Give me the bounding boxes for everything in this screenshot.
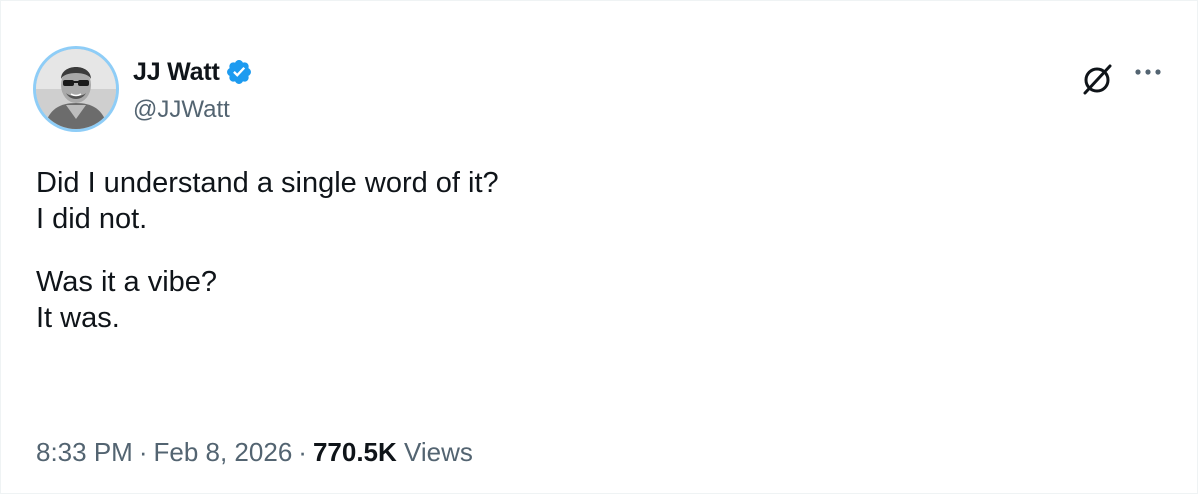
more-options-icon[interactable] [1131, 55, 1165, 89]
tweet-meta: 8:33 PM · Feb 8, 2026 · 770.5K Views [36, 437, 473, 468]
tweet-card: JJ Watt @JJWatt Did I understand a singl… [0, 0, 1198, 494]
profile-photo-icon [36, 49, 116, 129]
views-count[interactable]: 770.5K [313, 437, 397, 467]
views-label: Views [404, 437, 473, 467]
grok-icon[interactable] [1077, 59, 1117, 99]
author-handle[interactable]: @JJWatt [133, 96, 230, 124]
tweet-line: I did not. [36, 203, 148, 235]
tweet-date[interactable]: Feb 8, 2026 [154, 437, 293, 467]
tweet-line: Was it a vibe? [36, 266, 218, 298]
tweet-text: Did I understand a single word of it? I … [36, 165, 1156, 336]
verified-badge-icon[interactable] [225, 58, 253, 86]
meta-separator: · [138, 437, 148, 467]
tweet-actions [1077, 59, 1165, 99]
tweet-line: Did I understand a single word of it? [36, 167, 499, 199]
avatar[interactable] [33, 46, 119, 132]
tweet-line: It was. [36, 302, 120, 334]
author-name-row: JJ Watt [133, 55, 253, 89]
author-display-name[interactable]: JJ Watt [133, 58, 220, 87]
meta-separator: · [298, 437, 307, 467]
tweet-time[interactable]: 8:33 PM [36, 437, 133, 467]
